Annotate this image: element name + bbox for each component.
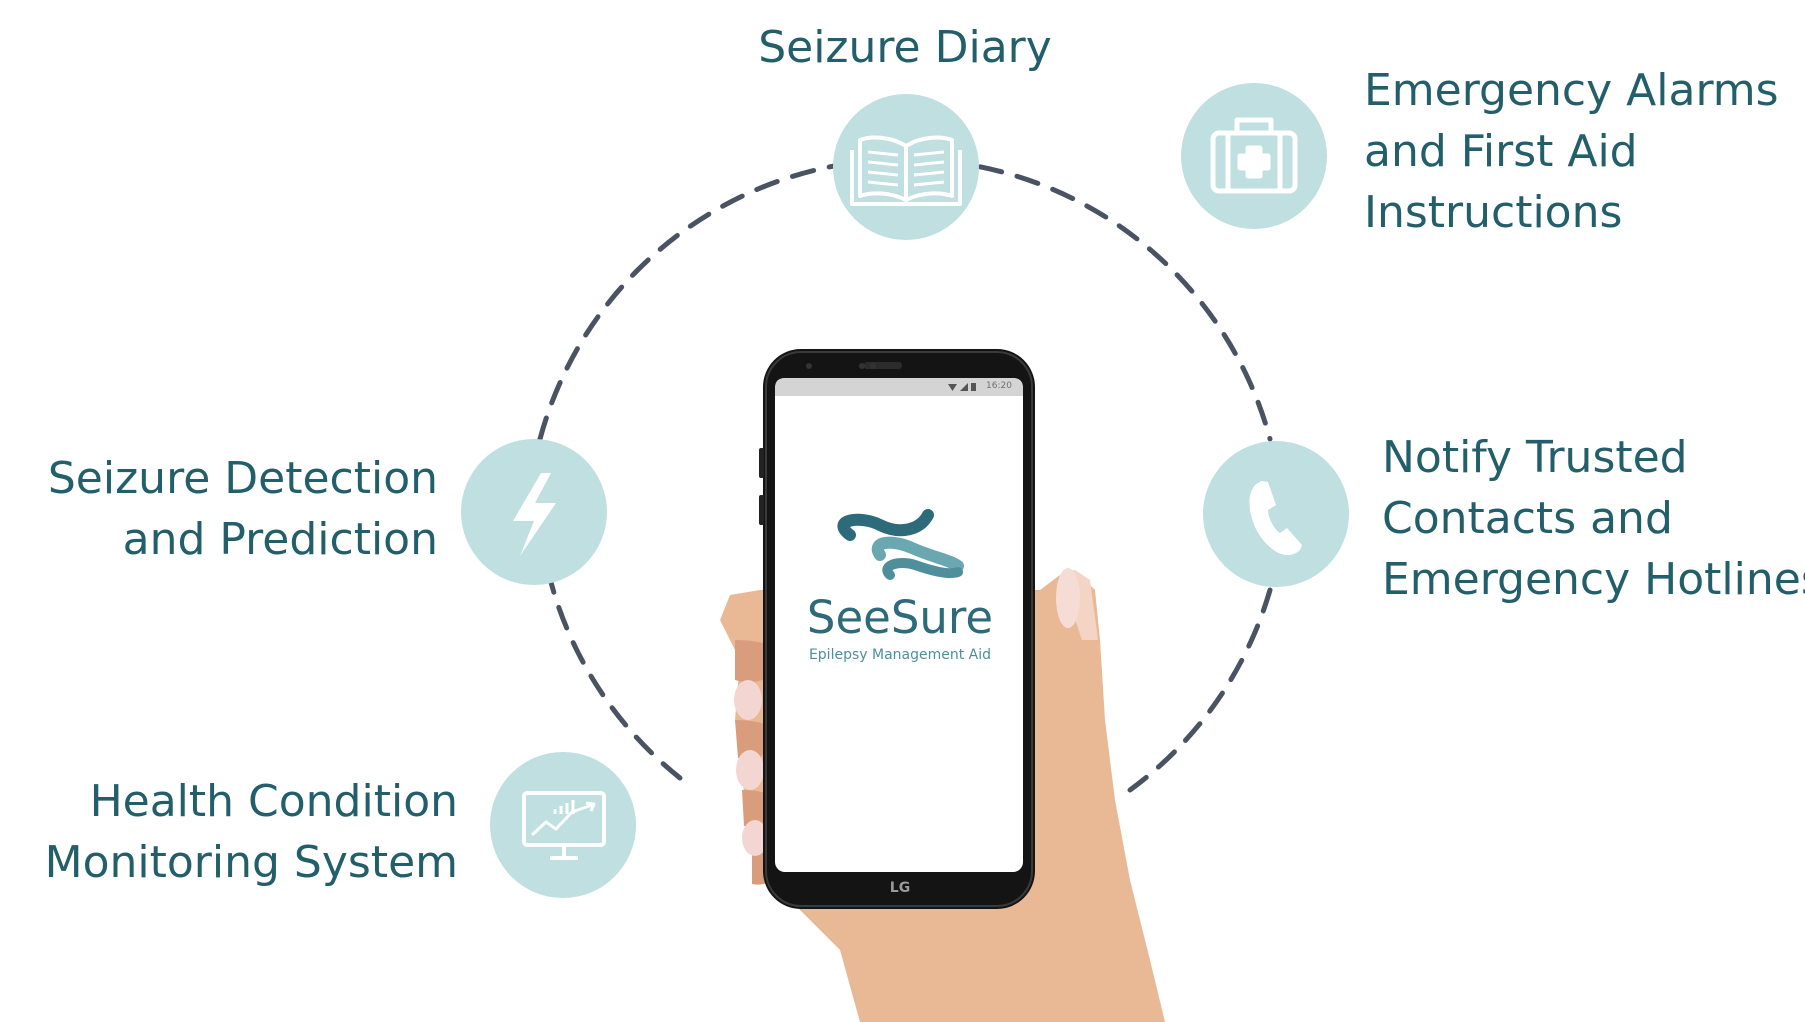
seizure-diary-label-line-1: Seizure Diary — [758, 22, 1052, 73]
seesure-feature-diagram: Seizure Diary Emergency Alarms and First… — [0, 0, 1805, 1022]
status-bar-time: 16:20 — [986, 381, 1012, 391]
health-monitoring-icon-circle — [490, 752, 636, 898]
seizure-diary-label: Seizure Diary — [740, 17, 1070, 78]
notify-contacts-label-line-3: Emergency Hotlines — [1382, 554, 1805, 605]
notify-contacts-label-line-2: Contacts and — [1382, 493, 1673, 544]
emergency-alarms-label-line-2: and First Aid — [1364, 126, 1638, 177]
emergency-alarms-label-line-1: Emergency Alarms — [1364, 65, 1779, 116]
notify-contacts-label-line-1: Notify Trusted — [1382, 432, 1688, 483]
app-name: SeeSure — [806, 591, 994, 644]
seizure-detection-label: Seizure Detection and Prediction — [40, 448, 438, 570]
emergency-alarms-label: Emergency Alarms and First Aid Instructi… — [1364, 60, 1779, 243]
health-monitoring-label-line-2: Monitoring System — [44, 837, 458, 888]
seizure-detection-label-line-2: and Prediction — [122, 514, 438, 565]
health-monitoring-label: Health Condition Monitoring System — [40, 771, 458, 893]
emergency-alarms-label-line-3: Instructions — [1364, 187, 1623, 238]
phone-brand-logo: LG — [889, 880, 911, 896]
health-monitoring-label-line-1: Health Condition — [89, 776, 458, 827]
app-tagline: Epilepsy Management Aid — [808, 647, 992, 663]
notify-contacts-label: Notify Trusted Contacts and Emergency Ho… — [1382, 427, 1805, 610]
seizure-detection-label-line-1: Seizure Detection — [47, 453, 438, 504]
notify-contacts-icon-circle — [1203, 441, 1349, 587]
